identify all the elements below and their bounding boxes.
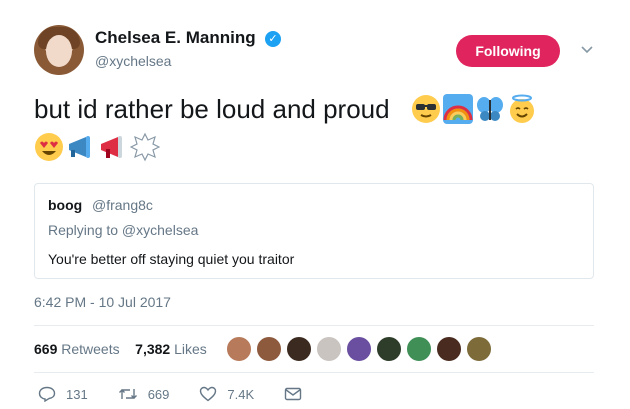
liker-avatars — [226, 336, 492, 362]
liker-avatar[interactable] — [286, 336, 312, 362]
like-count: 7.4K — [227, 386, 255, 402]
direct-message-button[interactable] — [284, 387, 312, 401]
megaphone-blue-icon — [69, 136, 90, 158]
halo-smile-icon — [510, 94, 535, 123]
reply-button[interactable]: 131 — [38, 386, 88, 402]
quoted-user-handle[interactable]: @frang8c — [92, 197, 153, 213]
envelope-icon — [284, 387, 302, 401]
chevron-down-icon[interactable] — [580, 42, 594, 56]
profile-avatar[interactable] — [34, 25, 84, 75]
replying-to-text[interactable]: Replying to @xychelsea — [48, 222, 198, 238]
liker-avatar[interactable] — [256, 336, 282, 362]
like-button[interactable]: 7.4K — [199, 386, 254, 402]
quoted-display-name[interactable]: boog — [48, 197, 82, 213]
divider — [34, 372, 594, 373]
tweet-actions: 131 669 7.4K — [38, 384, 342, 404]
liker-avatar[interactable] — [226, 336, 252, 362]
following-button[interactable]: Following — [456, 35, 560, 67]
retweets-label[interactable]: Retweets — [61, 341, 119, 357]
retweet-button[interactable]: 669 — [118, 386, 170, 402]
reply-count: 131 — [66, 386, 88, 402]
retweet-icon — [118, 389, 137, 399]
user-handle[interactable]: @xychelsea — [95, 53, 171, 69]
likes-count[interactable]: 7,382 — [135, 341, 170, 357]
tweet-text-content: but id rather be loud and proud — [34, 94, 390, 124]
sunglasses-face-icon — [412, 95, 441, 123]
divider — [34, 325, 594, 326]
liker-avatar[interactable] — [316, 336, 342, 362]
liker-avatar[interactable] — [466, 336, 492, 362]
megaphone-red-icon — [101, 136, 122, 158]
heart-eyes-icon — [35, 133, 63, 161]
reply-icon — [38, 386, 56, 402]
anger-bubble-icon — [130, 132, 160, 162]
retweets-count[interactable]: 669 — [34, 341, 57, 357]
butterfly-icon — [477, 97, 504, 121]
quoted-tweet-text: You're better off staying quiet you trai… — [48, 251, 295, 267]
rainbow-icon — [443, 94, 474, 124]
liker-avatar[interactable] — [406, 336, 432, 362]
display-name[interactable]: Chelsea E. Manning — [95, 28, 256, 48]
liker-avatar[interactable] — [346, 336, 372, 362]
heart-icon — [200, 386, 217, 402]
retweet-count: 669 — [147, 386, 170, 402]
liker-avatar[interactable] — [436, 336, 462, 362]
tweet-text: but id rather be loud and proud — [34, 90, 594, 166]
tweet-stats: 669 Retweets 7,382 Likes — [34, 341, 207, 357]
liker-avatar[interactable] — [376, 336, 402, 362]
tweet-timestamp[interactable]: 6:42 PM - 10 Jul 2017 — [34, 294, 171, 310]
verified-badge-icon: ✓ — [265, 31, 281, 47]
likes-label[interactable]: Likes — [174, 341, 207, 357]
